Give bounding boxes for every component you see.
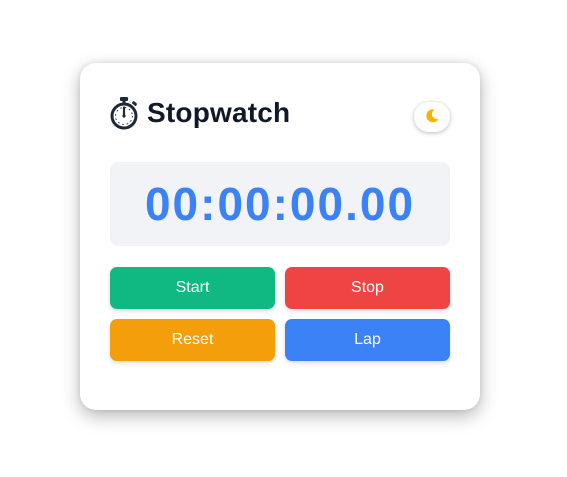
elapsed-time: 00:00:00.00	[144, 178, 416, 230]
lap-button[interactable]: Lap	[285, 319, 450, 361]
time-display: 00:00:00.00	[110, 162, 450, 246]
stopwatch-card: Stopwatch 00:00:00.00 Start Stop Reset L…	[80, 63, 480, 410]
start-button[interactable]: Start	[110, 267, 275, 309]
stop-button[interactable]: Stop	[285, 267, 450, 309]
header: Stopwatch	[109, 95, 290, 131]
stopwatch-icon	[109, 96, 139, 130]
theme-toggle-button[interactable]	[414, 102, 450, 132]
moon-icon	[424, 108, 440, 127]
page-title: Stopwatch	[147, 97, 291, 128]
reset-button[interactable]: Reset	[110, 319, 275, 361]
